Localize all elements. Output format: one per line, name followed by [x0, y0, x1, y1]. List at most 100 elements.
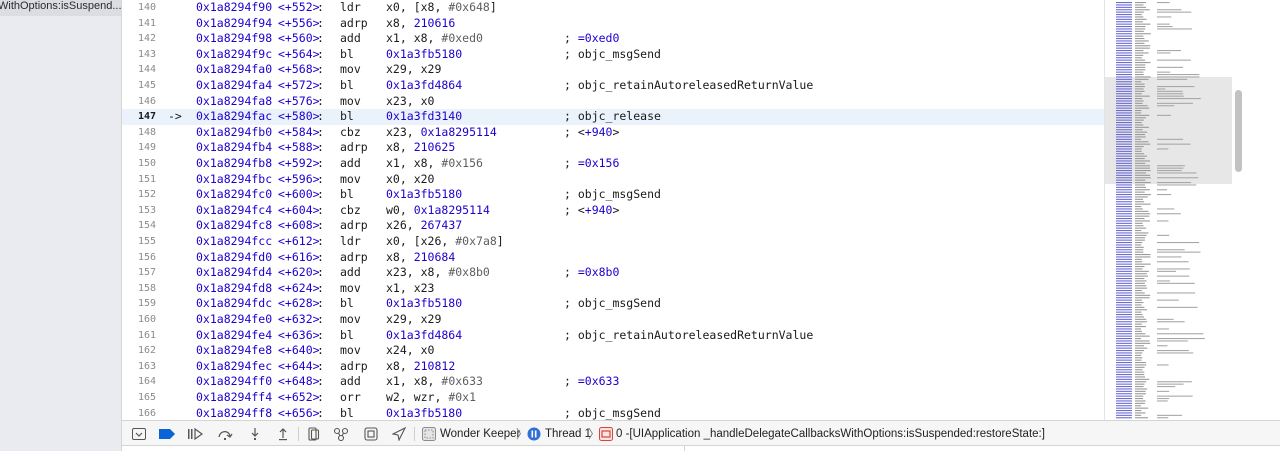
- minimap-line: [1135, 11, 1144, 13]
- disassembly-editor[interactable]: 140 0x1a8294f90 <+552>: ldr x0, [x8, #0x648]…: [122, 0, 1104, 420]
- line-number: 144: [137, 64, 156, 76]
- simulate-location-icon[interactable]: [390, 425, 408, 443]
- code-line[interactable]: 143 0x1a8294f9c <+564>: bl 0x1a3fb5180 ; objc…: [122, 47, 1104, 63]
- minimap-line: [1157, 172, 1197, 174]
- minimap-line: [1157, 143, 1191, 145]
- minimap-line: [1157, 383, 1184, 385]
- minimap-line: [1135, 150, 1142, 152]
- code-line[interactable]: 147 -> 0x1a8294fac <+580>: bl 0x1a3fd3140 ; ob…: [122, 109, 1104, 125]
- debug-view-hierarchy-icon[interactable]: [304, 425, 322, 443]
- minimap-line: [1157, 9, 1182, 11]
- instruction-address: 0x1a8294fc0: [196, 187, 273, 202]
- thread-crumb[interactable]: Thread 1: [545, 426, 591, 442]
- minimap-line: [1135, 335, 1150, 337]
- operand-token: 210616: [413, 15, 456, 30]
- minimap-line: [1135, 374, 1145, 376]
- minimap-line: [1116, 201, 1132, 203]
- comment-token: >: [612, 124, 620, 139]
- minimap-line: [1116, 362, 1132, 364]
- operand-token: ]: [496, 234, 504, 248]
- code-line[interactable]: 153 0x1a8294fc4 <+604>: cbz w0, 0x1a8295114;…: [122, 203, 1104, 219]
- line-number: 158: [137, 282, 156, 294]
- minimap-line: [1116, 249, 1132, 251]
- code-line[interactable]: 165 0x1a8294ff4 <+652>: orr w2, wzr, #0x1: [122, 390, 1104, 406]
- minimap-line: [1116, 285, 1132, 287]
- minimap-line: [1135, 328, 1142, 330]
- code-line[interactable]: 157 0x1a8294fd4 <+620>: add x23, x8, #0x8b0;…: [122, 265, 1104, 281]
- code-line[interactable]: 164 0x1a8294ff0 <+648>: add x1, x8, #0x633 ; …: [122, 374, 1104, 390]
- code-line[interactable]: 140 0x1a8294f90 <+552>: ldr x0, [x8, #0x648]: [122, 0, 1104, 16]
- minimap-line: [1157, 165, 1185, 167]
- instruction-offset: <+592>: [278, 156, 320, 170]
- minimap-line: [1135, 88, 1144, 90]
- console-area[interactable]: [122, 446, 1280, 451]
- minimap-line: [1157, 78, 1188, 80]
- minimap-line: [1135, 400, 1146, 402]
- environment-overrides-icon[interactable]: [362, 425, 380, 443]
- minimap-line: [1157, 16, 1172, 18]
- minimap-line: [1135, 9, 1150, 11]
- instruction-address: 0x1a8294fa0: [196, 62, 273, 77]
- code-line[interactable]: 158 0x1a8294fd8 <+624>: mov x1, x23: [122, 281, 1104, 297]
- code-line[interactable]: 144 0x1a8294fa0 <+568>: mov x29, x29: [122, 62, 1104, 78]
- code-line[interactable]: 161 0x1a8294fe4 <+636>: bl 0x1a3fd4864 ; objc…: [122, 328, 1104, 344]
- code-line[interactable]: 148 0x1a8294fb0 <+584>: cbz x23, 0x1a8295114…: [122, 125, 1104, 141]
- step-out-icon[interactable]: [274, 425, 292, 443]
- editor-scrollbar-thumb[interactable]: [1235, 90, 1242, 172]
- hide-debug-area-icon[interactable]: [130, 425, 148, 443]
- minimap-line: [1116, 107, 1132, 109]
- minimap-line: [1135, 376, 1146, 378]
- step-into-icon[interactable]: [246, 425, 264, 443]
- minimap-line: [1135, 90, 1145, 92]
- minimap-line: [1157, 390, 1170, 392]
- code-line[interactable]: 166 0x1a8294ff8 <+656>: bl 0x1a3fb5180 ; objc…: [122, 406, 1104, 420]
- continue-icon[interactable]: [186, 425, 204, 443]
- minimap-line: [1157, 74, 1200, 76]
- minimap-line: [1135, 26, 1146, 28]
- code-line[interactable]: 163 0x1a8294fec <+644>: adrp x8, 210812: [122, 359, 1104, 375]
- code-line[interactable]: 155 0x1a8294fcc <+612>: ldr x0, [x26, #0x7a8…: [122, 234, 1104, 250]
- instruction-address: 0x1a8294fd8: [196, 280, 273, 295]
- minimap-line: [1116, 138, 1132, 140]
- stack-frame-crumb[interactable]: 0 -[UIApplication _handleDelegateCallbac…: [616, 426, 1045, 442]
- code-line[interactable]: 141 0x1a8294f94 <+556>: adrp x8, 210616: [122, 16, 1104, 32]
- code-line[interactable]: 151 0x1a8294fbc <+596>: mov x0, x20: [122, 172, 1104, 188]
- minimap-line: [1135, 38, 1145, 40]
- operand-token: 210625: [413, 140, 456, 155]
- app-name-crumb[interactable]: Wonder Keeper: [440, 426, 520, 442]
- code-line[interactable]: 146 0x1a8294fa8 <+576>: mov x23, x0: [122, 94, 1104, 110]
- minimap-line: [1135, 347, 1148, 349]
- minimap-line: [1135, 162, 1146, 164]
- code-line[interactable]: 152 0x1a8294fc0 <+600>: bl 0x1a3fb5180 ; objc…: [122, 187, 1104, 203]
- minimap[interactable]: [1104, 0, 1232, 420]
- code-line[interactable]: 162 0x1a8294fe8 <+640>: mov x24, x0: [122, 343, 1104, 359]
- step-over-icon[interactable]: [216, 425, 234, 443]
- instruction-operands: x8, 210812: [386, 359, 455, 375]
- code-line[interactable]: 160 0x1a8294fe0 <+632>: mov x29, x29: [122, 312, 1104, 328]
- instruction-address: 0x1a8294fdc: [196, 296, 273, 311]
- minimap-line: [1135, 50, 1144, 52]
- minimap-line: [1135, 234, 1147, 236]
- code-line[interactable]: 154 0x1a8294fc8 <+608>: adrp x26, 267437: [122, 218, 1104, 234]
- code-line[interactable]: 156 0x1a8294fd0 <+616>: adrp x8, 210684: [122, 250, 1104, 266]
- minimap-line: [1116, 369, 1132, 371]
- minimap-line: [1116, 405, 1132, 407]
- minimap-line: [1157, 333, 1204, 335]
- code-line[interactable]: 149 0x1a8294fb4 <+588>: adrp x8, 210625: [122, 140, 1104, 156]
- code-line[interactable]: 159 0x1a8294fdc <+628>: bl 0x1a3fb5180 ; objc…: [122, 296, 1104, 312]
- minimap-line: [1116, 28, 1132, 30]
- instruction-mnemonic: ldr: [340, 0, 361, 14]
- code-line[interactable]: 145 0x1a8294fa4 <+572>: bl 0x1a3fd4864 ; objc…: [122, 78, 1104, 94]
- memory-graph-icon[interactable]: [332, 425, 350, 443]
- minimap-line: [1135, 402, 1145, 404]
- code-line[interactable]: 142 0x1a8294f98 <+560>: add x1, x8, #0xed0 ; …: [122, 31, 1104, 47]
- navigator-selected-label[interactable]: WithOptions:isSuspend...: [0, 0, 121, 12]
- minimap-line: [1116, 119, 1132, 121]
- minimap-line: [1157, 26, 1173, 28]
- breakpoints-toggle-icon[interactable]: [158, 425, 176, 443]
- code-line[interactable]: 150 0x1a8294fb8 <+592>: add x1, x8, #0x156 ; …: [122, 156, 1104, 172]
- operand-token: 0x1a3fd3140: [386, 109, 463, 124]
- minimap-line: [1116, 189, 1132, 191]
- editor-scrollbar-track[interactable]: [1232, 0, 1280, 420]
- minimap-line: [1116, 376, 1132, 378]
